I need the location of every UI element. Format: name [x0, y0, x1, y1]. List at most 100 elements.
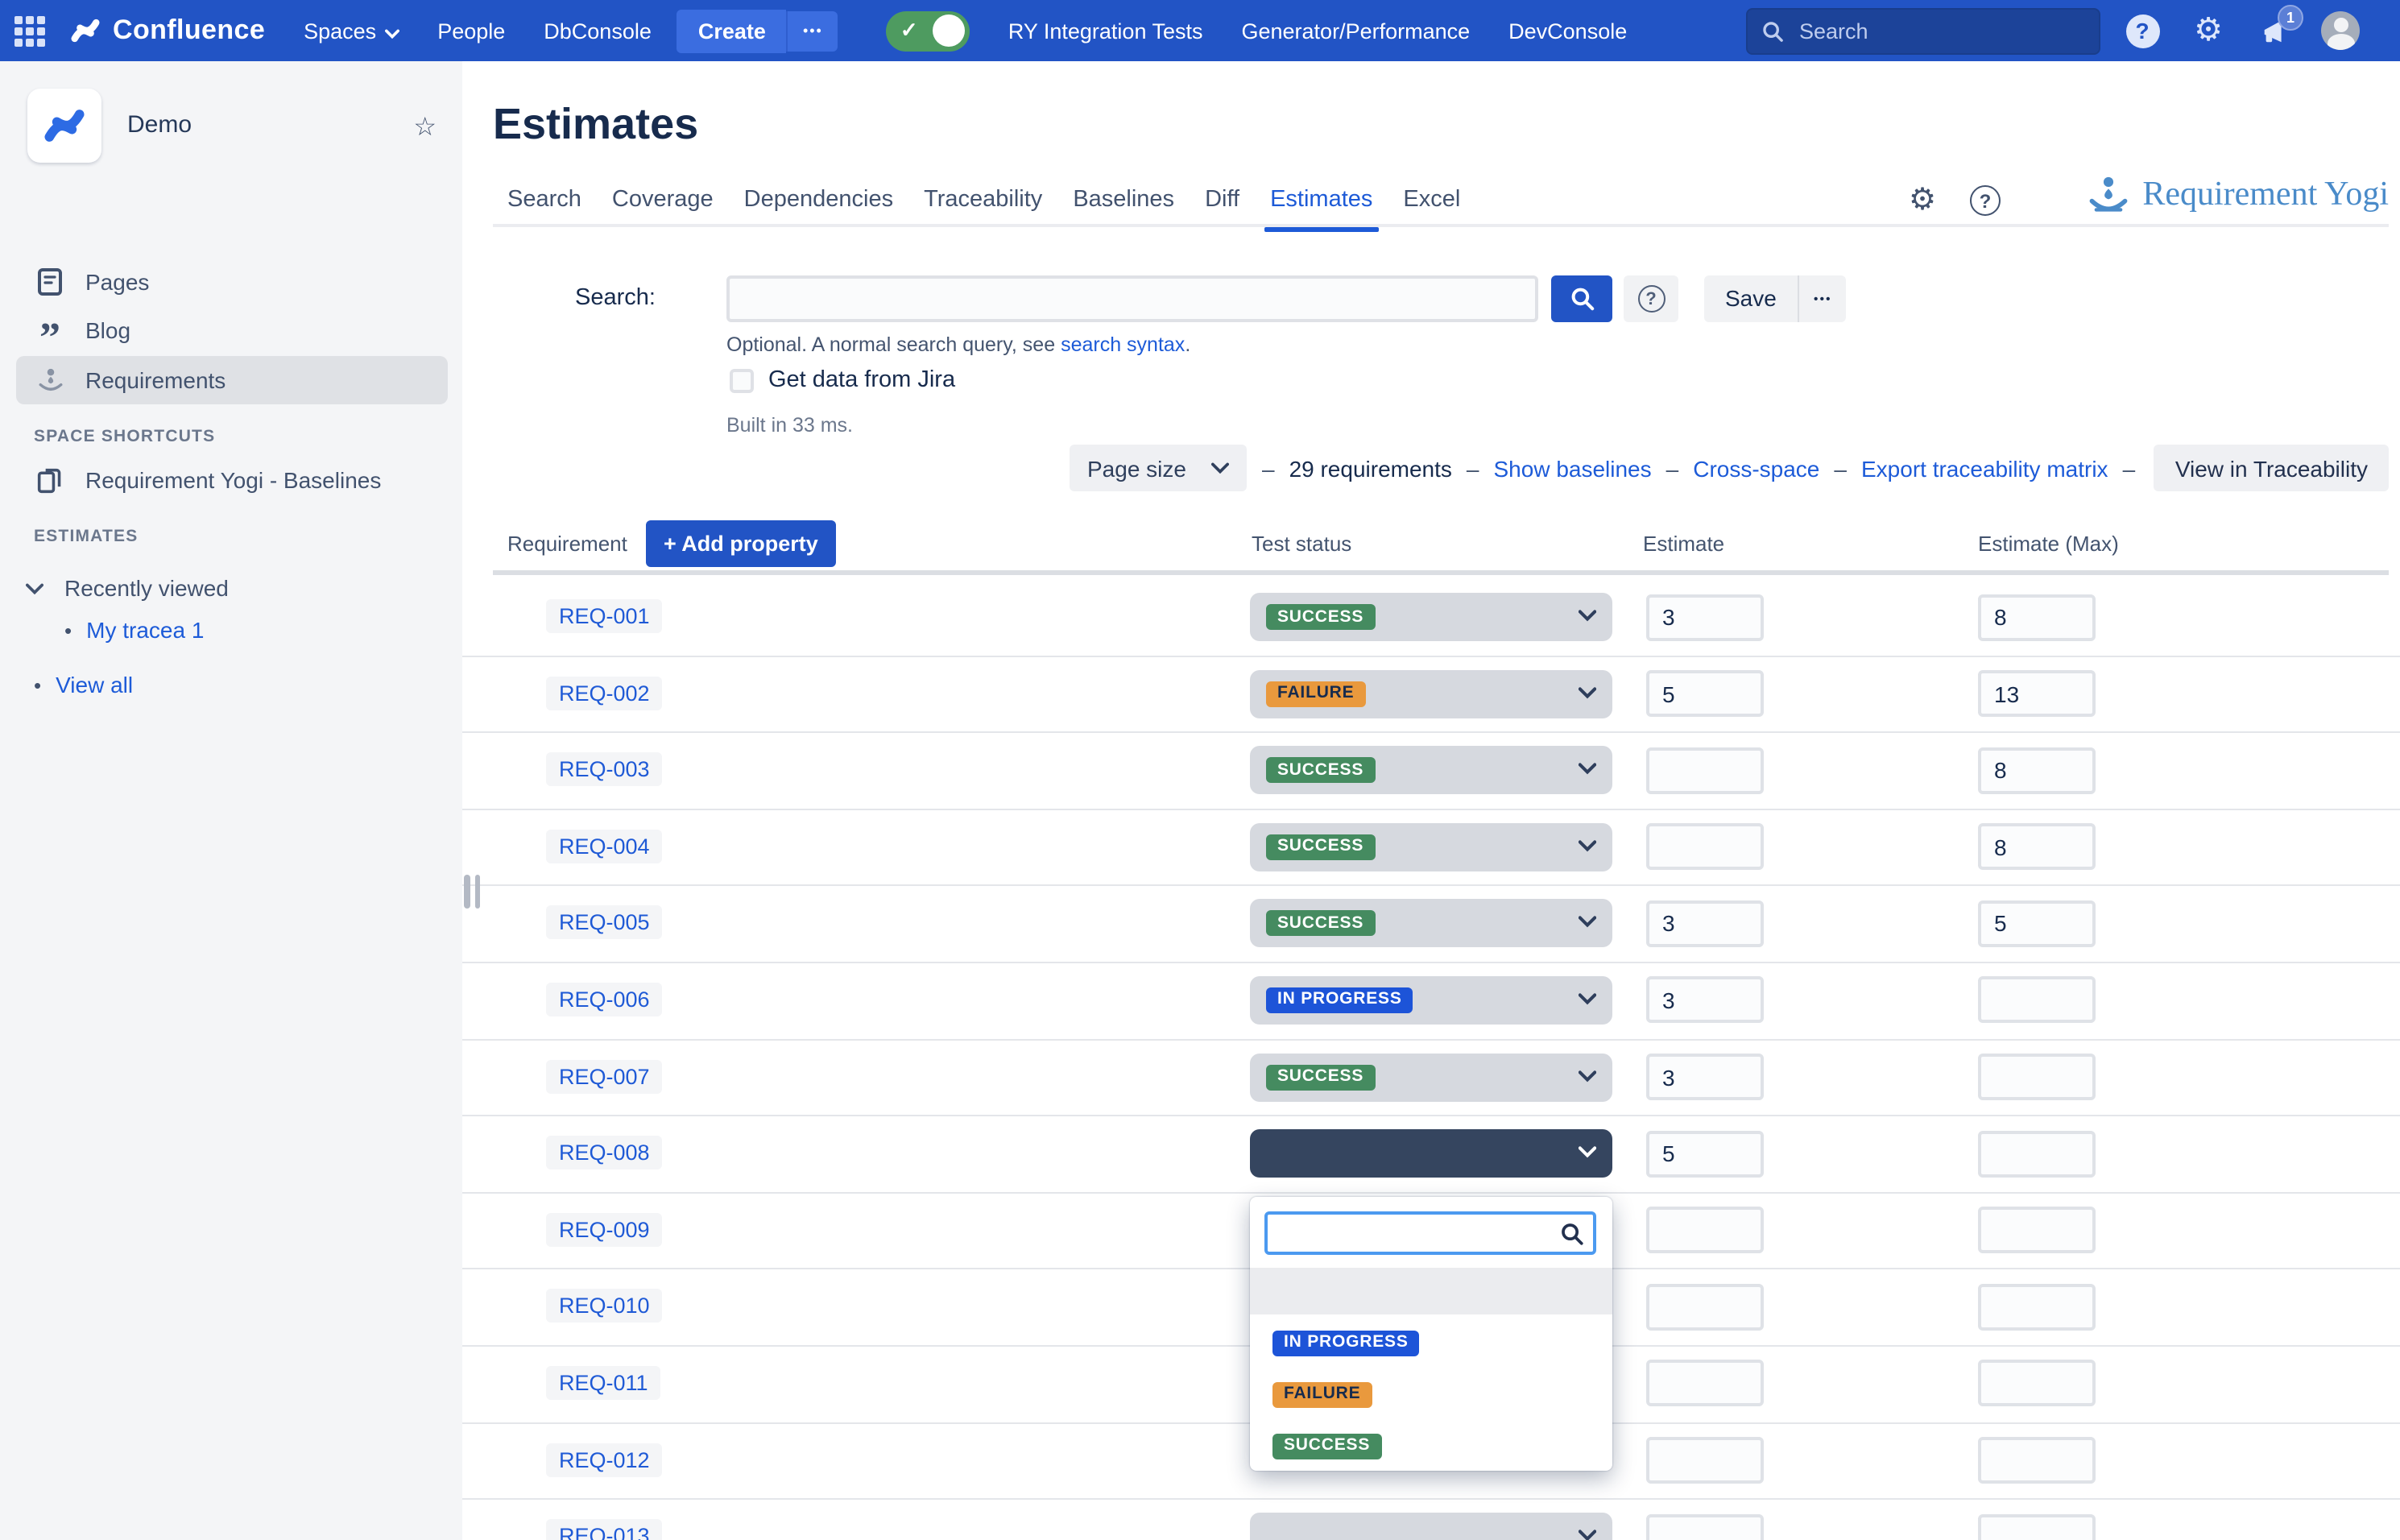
save-button[interactable]: Save [1704, 275, 1798, 322]
confluence-logo[interactable]: Confluence [69, 14, 265, 47]
nav-item-spaces[interactable]: Spaces [304, 19, 399, 43]
requirement-link[interactable]: REQ-004 [546, 830, 663, 863]
settings-button[interactable]: ⚙ [2189, 11, 2228, 50]
dropdown-search-input[interactable] [1277, 1218, 1558, 1245]
nav-more-button[interactable]: ••• [787, 10, 838, 51]
estimate-max-input[interactable] [1978, 1437, 2096, 1484]
requirement-link[interactable]: REQ-002 [546, 676, 663, 710]
dropdown-search[interactable] [1264, 1211, 1596, 1255]
test-status-select[interactable]: SUCCESS [1250, 746, 1612, 794]
requirement-link[interactable]: REQ-007 [546, 1059, 663, 1093]
view-in-traceability-button[interactable]: View in Traceability [2154, 445, 2389, 491]
estimate-max-input[interactable] [1978, 977, 2096, 1024]
status-toggle[interactable]: ✓ [886, 10, 970, 51]
dropdown-option-blank[interactable] [1250, 1268, 1612, 1314]
test-status-select[interactable] [1250, 1513, 1612, 1540]
estimates-settings-gear-icon[interactable]: ⚙ [1909, 182, 1936, 219]
estimate-max-input[interactable] [1978, 594, 2096, 640]
export-traceability-matrix-link[interactable]: Export traceability matrix [1861, 455, 2108, 481]
estimate-max-input[interactable] [1978, 1513, 2096, 1540]
estimate-max-input[interactable] [1978, 1130, 2096, 1177]
estimate-input[interactable] [1646, 1130, 1764, 1177]
requirement-link[interactable]: REQ-013 [546, 1519, 663, 1540]
recent-page-link[interactable]: • My tracea 1 [16, 606, 448, 654]
estimate-max-input[interactable] [1978, 824, 2096, 871]
test-status-select[interactable]: SUCCESS [1250, 1053, 1612, 1101]
requirement-yogi-logo[interactable]: Requirement Yogi [2088, 174, 2389, 214]
notifications-button[interactable]: 1 [2255, 11, 2294, 50]
star-icon[interactable]: ☆ [413, 111, 437, 143]
nav-link-devconsole[interactable]: DevConsole [1508, 19, 1627, 43]
estimate-input[interactable] [1646, 1437, 1764, 1484]
requirement-link[interactable]: REQ-006 [546, 983, 663, 1016]
test-status-select[interactable]: SUCCESS [1250, 900, 1612, 948]
nav-link-ry-integration-tests[interactable]: RY Integration Tests [1008, 19, 1203, 43]
view-all-link[interactable]: • View all [16, 660, 448, 709]
requirement-link[interactable]: REQ-010 [546, 1290, 663, 1323]
estimate-input[interactable] [1646, 1513, 1764, 1540]
estimate-input[interactable] [1646, 1054, 1764, 1100]
dropdown-option-failure[interactable]: FAILURE [1272, 1377, 1372, 1407]
query-search-input[interactable] [726, 275, 1538, 322]
nav-item-dbconsole[interactable]: DbConsole [544, 19, 652, 43]
estimate-input[interactable] [1646, 594, 1764, 640]
estimate-input[interactable] [1646, 977, 1764, 1024]
test-status-select[interactable] [1250, 1129, 1612, 1178]
dropdown-option-in-progress[interactable]: IN PROGRESS [1272, 1326, 1420, 1356]
app-switcher-icon[interactable] [14, 15, 45, 46]
estimate-max-input[interactable] [1978, 1284, 2096, 1331]
toggle-knob [933, 14, 965, 47]
sidebar: Demo ☆ Pages ” Blog Requirements SPACE S… [0, 61, 464, 1540]
save-more-button[interactable]: ••• [1799, 292, 1847, 306]
estimate-max-input[interactable] [1978, 900, 2096, 947]
create-button[interactable]: Create [677, 9, 787, 52]
sidebar-item-requirements[interactable]: Requirements [16, 356, 448, 404]
search-syntax-link[interactable]: search syntax [1061, 333, 1185, 356]
test-status-select[interactable]: SUCCESS [1250, 823, 1612, 871]
estimate-max-input[interactable] [1978, 1360, 2096, 1407]
global-search-input[interactable] [1796, 18, 2060, 45]
sidebar-item-blog[interactable]: ” Blog [16, 306, 448, 354]
estimates-help-icon[interactable]: ? [1970, 185, 2001, 216]
estimate-input[interactable] [1646, 1360, 1764, 1407]
requirement-link[interactable]: REQ-009 [546, 1213, 663, 1247]
global-search[interactable] [1746, 8, 2100, 55]
page-size-dropdown[interactable]: Page size [1070, 445, 1248, 491]
nav-link-generator-performance[interactable]: Generator/Performance [1242, 19, 1471, 43]
nav-item-people[interactable]: People [437, 19, 505, 43]
estimate-max-input[interactable] [1978, 1207, 2096, 1254]
estimate-max-input[interactable] [1978, 670, 2096, 717]
estimate-input[interactable] [1646, 670, 1764, 717]
test-status-select[interactable]: SUCCESS [1250, 593, 1612, 641]
add-property-button[interactable]: + Add property [646, 520, 836, 567]
avatar[interactable] [2321, 11, 2360, 50]
sidebar-resize-handle[interactable] [464, 875, 480, 909]
show-baselines-link[interactable]: Show baselines [1494, 455, 1652, 481]
sidebar-item-pages[interactable]: Pages [16, 258, 448, 306]
estimate-max-input[interactable] [1978, 1054, 2096, 1100]
estimate-input[interactable] [1646, 1284, 1764, 1331]
requirement-link[interactable]: REQ-005 [546, 906, 663, 940]
get-data-from-jira-checkbox[interactable] [730, 368, 754, 392]
estimate-input[interactable] [1646, 747, 1764, 793]
dropdown-option-success[interactable]: SUCCESS [1272, 1429, 1381, 1459]
space-name[interactable]: Demo [127, 111, 192, 139]
recently-viewed-toggle[interactable]: Recently viewed [16, 564, 448, 612]
requirement-link[interactable]: REQ-012 [546, 1443, 663, 1476]
run-search-button[interactable] [1551, 275, 1612, 322]
estimate-max-input[interactable] [1978, 747, 2096, 793]
sidebar-shortcut-ry-baselines[interactable]: Requirement Yogi - Baselines [16, 456, 448, 504]
estimate-input[interactable] [1646, 900, 1764, 947]
space-logo[interactable] [27, 89, 101, 163]
test-status-select[interactable]: IN PROGRESS [1250, 976, 1612, 1025]
cross-space-link[interactable]: Cross-space [1693, 455, 1819, 481]
test-status-select[interactable]: FAILURE [1250, 669, 1612, 718]
requirement-link[interactable]: REQ-011 [546, 1366, 661, 1400]
requirement-link[interactable]: REQ-003 [546, 752, 663, 786]
estimate-input[interactable] [1646, 824, 1764, 871]
requirement-link[interactable]: REQ-001 [546, 599, 663, 633]
estimate-input[interactable] [1646, 1207, 1764, 1254]
requirement-link[interactable]: REQ-008 [546, 1136, 663, 1169]
help-button[interactable]: ? [2123, 11, 2162, 50]
search-help-button[interactable]: ? [1624, 275, 1678, 322]
